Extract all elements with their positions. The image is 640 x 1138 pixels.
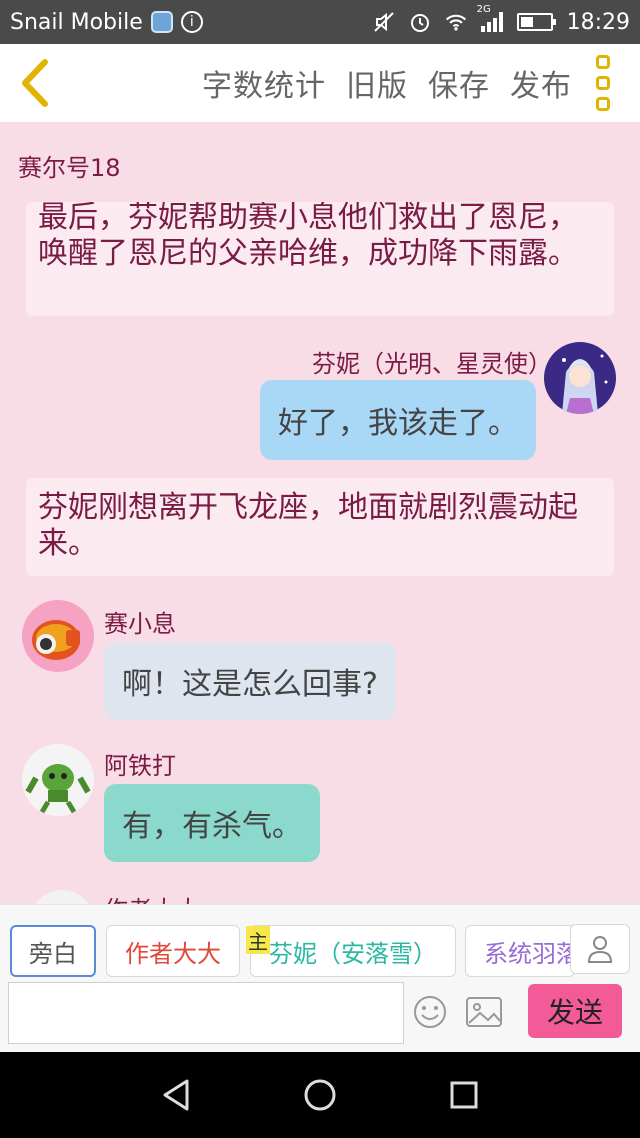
publish-button[interactable]: 发布: [510, 61, 572, 105]
avatar[interactable]: [22, 744, 94, 816]
image-icon: [466, 997, 502, 1027]
more-vertical-icon: [596, 55, 610, 69]
nav-recents-button[interactable]: [442, 1073, 486, 1117]
emoji-button[interactable]: [412, 994, 448, 1030]
nav-back-button[interactable]: [154, 1073, 198, 1117]
save-button[interactable]: 保存: [428, 61, 490, 105]
word-count-button[interactable]: 字数统计: [202, 61, 326, 105]
message-input[interactable]: [8, 982, 404, 1044]
chapter-title: 赛尔号18: [18, 154, 121, 182]
status-bar: Snail Mobile i 2G 18:29: [0, 0, 640, 44]
toolbar: 字数统计 旧版 保存 发布: [0, 44, 640, 122]
composer: 发送: [0, 980, 640, 1052]
role-chip-system[interactable]: 系统羽落: [465, 925, 575, 977]
battery-icon: [516, 13, 556, 31]
narration-text: 最后，芬妮帮助赛小息他们救出了恩尼，唤醒了恩尼的父亲哈维，成功降下雨露。: [38, 202, 578, 271]
mute-icon: [373, 11, 395, 33]
send-button[interactable]: 发送: [528, 984, 622, 1038]
more-menu-button[interactable]: [590, 55, 616, 111]
speaker-name: 阿铁打: [104, 752, 176, 780]
emoji-icon: [414, 996, 446, 1028]
host-tag-badge: 主: [246, 926, 270, 954]
person-icon: [587, 936, 613, 963]
triangle-back-icon: [163, 1079, 189, 1111]
system-nav-bar: [0, 1052, 640, 1138]
signal-icon: 2G: [477, 4, 503, 32]
alarm-icon: [409, 11, 431, 33]
role-manage-button[interactable]: [570, 924, 630, 974]
role-selector-bar: 旁白 作者大大 芬妮（安落雪） 系统羽落: [0, 904, 640, 980]
avatar[interactable]: [22, 600, 94, 672]
info-icon: i: [180, 11, 203, 33]
role-chip-fenni[interactable]: 芬妮（安落雪）: [250, 925, 456, 977]
narration-block[interactable]: 最后，芬妮帮助赛小息他们救出了恩尼，唤醒了恩尼的父亲哈维，成功降下雨露。: [26, 202, 614, 316]
message-bubble[interactable]: 有，有杀气。: [104, 784, 320, 862]
avatar[interactable]: [30, 890, 94, 904]
chevron-left-icon: [22, 59, 48, 107]
nav-home-button[interactable]: [298, 1073, 342, 1117]
role-chip-narration[interactable]: 旁白: [10, 925, 96, 977]
carrier-app-icon: [150, 11, 173, 33]
clock: 18:29: [566, 9, 630, 35]
back-button[interactable]: [4, 44, 64, 122]
speaker-name: 作者大大: [104, 890, 200, 904]
chat-area[interactable]: 赛尔号18 最后，芬妮帮助赛小息他们救出了恩尼，唤醒了恩尼的父亲哈维，成功降下雨…: [0, 122, 640, 904]
narration-text: 芬妮刚想离开飞龙座，地面就剧烈震动起来。: [38, 490, 578, 561]
role-chip-author[interactable]: 作者大大: [106, 925, 240, 977]
carrier-name: Snail Mobile: [10, 9, 143, 35]
narration-block[interactable]: 芬妮刚想离开飞龙座，地面就剧烈震动起来。: [26, 478, 614, 576]
wifi-icon: [445, 11, 467, 33]
speaker-name: 赛小息: [104, 610, 176, 638]
old-version-button[interactable]: 旧版: [346, 61, 408, 105]
message-bubble[interactable]: 好了，我该走了。: [260, 380, 536, 460]
square-recents-icon: [450, 1081, 478, 1109]
avatar[interactable]: [544, 342, 616, 414]
circle-home-icon: [304, 1079, 336, 1111]
message-bubble[interactable]: 啊！这是怎么回事?: [104, 642, 396, 720]
speaker-name: 芬妮（光明、星灵使）: [312, 350, 552, 378]
image-button[interactable]: [464, 994, 504, 1030]
